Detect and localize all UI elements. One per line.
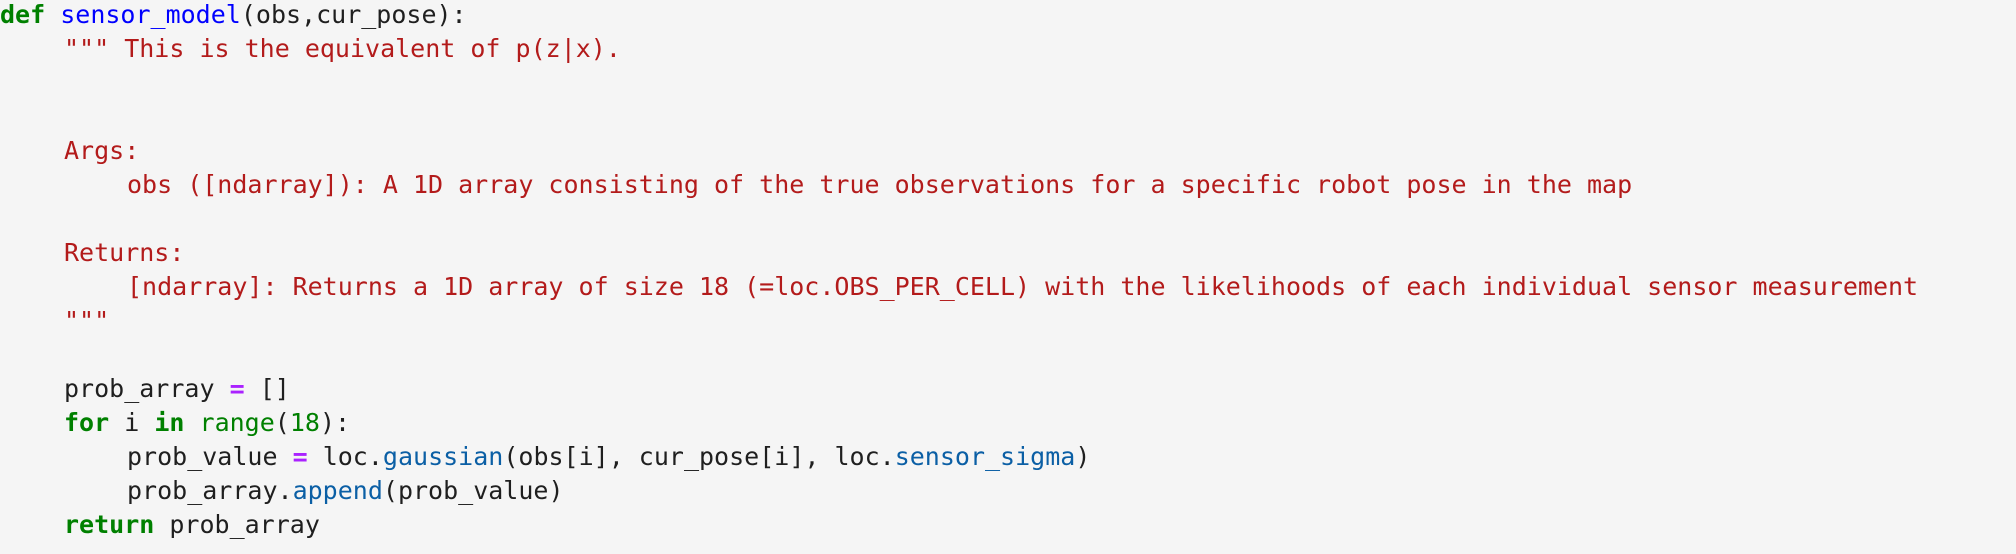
- assign-operator: =: [229, 374, 245, 403]
- function-params: (obs,cur_pose):: [240, 0, 467, 29]
- keyword-in: in: [154, 408, 185, 437]
- empty-list: []: [259, 374, 290, 403]
- code-line-10: """: [0, 304, 1918, 338]
- loop-var: i: [124, 408, 140, 437]
- code-line-8: Returns:: [0, 236, 1918, 270]
- code-line-12: prob_array = []: [0, 372, 1918, 406]
- code-line-16: return prob_array: [0, 508, 1918, 542]
- range-open: (: [274, 408, 290, 437]
- code-line-14: prob_value = loc.gaussian(obs[i], cur_po…: [0, 440, 1918, 474]
- gaussian-args: (obs[i], cur_pose[i], loc.: [503, 442, 895, 471]
- code-block[interactable]: def sensor_model(obs,cur_pose): """ This …: [0, 0, 1918, 542]
- code-line-13: for i in range(18):: [0, 406, 1918, 440]
- prob-array-var: prob_array: [64, 374, 215, 403]
- docstring-close: """: [64, 306, 110, 335]
- sensor-sigma-attr: sensor_sigma: [894, 442, 1076, 471]
- code-line-5: Args:: [0, 134, 1918, 168]
- code-line-6: obs ([ndarray]): A 1D array consisting o…: [0, 168, 1918, 202]
- range-number: 18: [289, 408, 320, 437]
- gaussian-close: ): [1075, 442, 1091, 471]
- code-cell[interactable]: def sensor_model(obs,cur_pose): """ This …: [0, 0, 2016, 554]
- docstring-args-header: Args:: [64, 136, 140, 165]
- code-line-1: def sensor_model(obs,cur_pose):: [0, 0, 1918, 32]
- code-line-2: """ This is the equivalent of p(z|x).: [0, 32, 1918, 66]
- docstring-open: """ This is the equivalent of p(z|x).: [64, 34, 621, 63]
- docstring-args-obs: obs ([ndarray]): A 1D array consisting o…: [127, 170, 1633, 199]
- loc-object: loc.: [322, 442, 383, 471]
- function-name: sensor_model: [60, 0, 241, 29]
- keyword-return: return: [64, 510, 155, 539]
- return-value: prob_array: [169, 510, 320, 539]
- code-line-9: [ndarray]: Returns a 1D array of size 18…: [0, 270, 1918, 304]
- append-args: (prob_value): [382, 476, 564, 505]
- gaussian-method: gaussian: [382, 442, 504, 471]
- append-method: append: [292, 476, 383, 505]
- prob-array-obj: prob_array.: [127, 476, 293, 505]
- range-close: ):: [319, 408, 351, 437]
- assign-operator: =: [292, 442, 308, 471]
- keyword-for: for: [64, 408, 110, 437]
- code-line-15: prob_array.append(prob_value): [0, 474, 1918, 508]
- keyword-def: def: [0, 0, 46, 29]
- docstring-returns-desc: [ndarray]: Returns a 1D array of size 18…: [127, 272, 1919, 301]
- builtin-range: range: [199, 408, 275, 437]
- prob-value-var: prob_value: [127, 442, 278, 471]
- docstring-returns-header: Returns:: [64, 238, 185, 267]
